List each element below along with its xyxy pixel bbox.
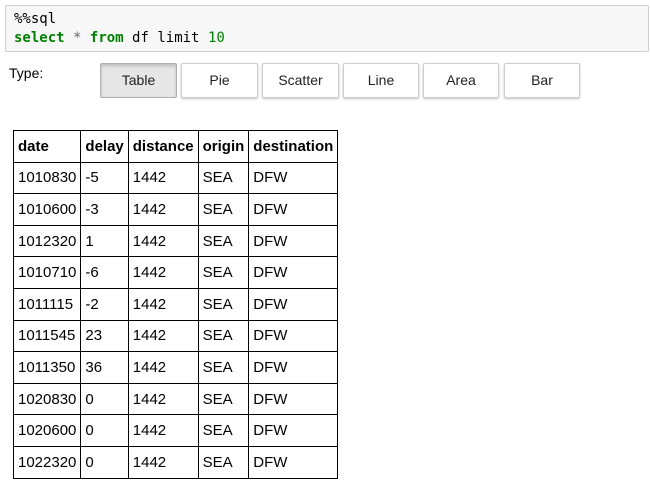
sql-code-cell[interactable]: %%sql select * from df limit 10 xyxy=(5,5,649,52)
cell-date: 1011350 xyxy=(12,351,82,384)
table-row: 1010830 -5 1442 SEA DFW xyxy=(12,161,339,195)
cell-delay: -6 xyxy=(80,256,129,289)
cell-origin: SEA xyxy=(197,224,250,258)
cell-distance: 1442 xyxy=(127,161,199,195)
cell-origin: SEA xyxy=(197,382,250,416)
table-row: 1010600 -3 1442 SEA DFW xyxy=(12,193,339,226)
cell-delay: 0 xyxy=(80,445,129,479)
column-header-date: date xyxy=(12,130,82,163)
cell-date: 1011545 xyxy=(12,319,82,353)
cell-distance: 1442 xyxy=(127,319,199,353)
cell-destination: DFW xyxy=(248,445,339,479)
keyword-select: select xyxy=(14,30,65,46)
cell-date: 1022320 xyxy=(12,445,82,479)
area-button[interactable]: Area xyxy=(423,63,499,98)
cell-destination: DFW xyxy=(248,287,339,321)
cell-distance: 1442 xyxy=(127,287,199,321)
bar-button[interactable]: Bar xyxy=(504,63,580,98)
cell-distance: 1442 xyxy=(127,445,199,479)
table-row: 1020830 0 1442 SEA DFW xyxy=(12,382,339,416)
cell-distance: 1442 xyxy=(127,224,199,258)
cell-date: 1020830 xyxy=(12,382,82,416)
table-row: 1020600 0 1442 SEA DFW xyxy=(12,414,339,447)
table-button[interactable]: Table xyxy=(100,63,177,98)
cell-destination: DFW xyxy=(248,256,339,289)
cell-destination: DFW xyxy=(248,193,339,226)
cell-destination: DFW xyxy=(248,319,339,353)
cell-destination: DFW xyxy=(248,382,339,416)
type-label: Type: xyxy=(9,65,44,81)
keyword-from: from xyxy=(89,30,124,46)
column-header-distance: distance xyxy=(127,130,199,163)
cell-distance: 1442 xyxy=(127,256,199,289)
cell-delay: 1 xyxy=(80,224,129,258)
column-header-delay: delay xyxy=(80,130,129,163)
table-header-row: date delay distance origin destination xyxy=(12,130,339,163)
table-row: 1012320 1 1442 SEA DFW xyxy=(12,224,339,258)
cell-date: 1012320 xyxy=(12,224,82,258)
result-table: date delay distance origin destination 1… xyxy=(12,130,339,479)
table-row: 1011350 36 1442 SEA DFW xyxy=(12,351,339,384)
cell-origin: SEA xyxy=(197,351,250,384)
cell-delay: 0 xyxy=(80,382,129,416)
column-header-destination: destination xyxy=(248,130,339,163)
cell-delay: -5 xyxy=(80,161,129,195)
cell-date: 1010830 xyxy=(12,161,82,195)
cell-distance: 1442 xyxy=(127,382,199,416)
limit-value: 10 xyxy=(207,30,225,46)
cell-date: 1010710 xyxy=(12,256,82,289)
cell-destination: DFW xyxy=(248,224,339,258)
cell-delay: -3 xyxy=(80,193,129,226)
cell-destination: DFW xyxy=(248,351,339,384)
scatter-button[interactable]: Scatter xyxy=(262,63,339,98)
table-row: 1010710 -6 1442 SEA DFW xyxy=(12,256,339,289)
table-name: df xyxy=(132,30,149,46)
cell-delay: 0 xyxy=(80,414,129,447)
keyword-limit: limit xyxy=(157,30,200,46)
cell-origin: SEA xyxy=(197,256,250,289)
cell-origin: SEA xyxy=(197,445,250,479)
cell-distance: 1442 xyxy=(127,193,199,226)
cell-origin: SEA xyxy=(197,193,250,226)
cell-origin: SEA xyxy=(197,287,250,321)
table-row: 1022320 0 1442 SEA DFW xyxy=(12,445,339,479)
pie-button[interactable]: Pie xyxy=(181,63,258,98)
cell-delay: -2 xyxy=(80,287,129,321)
column-header-origin: origin xyxy=(197,130,250,163)
cell-date: 1010600 xyxy=(12,193,82,226)
cell-origin: SEA xyxy=(197,414,250,447)
cell-date: 1020600 xyxy=(12,414,82,447)
cell-delay: 23 xyxy=(80,319,129,353)
table-row: 1011115 -2 1442 SEA DFW xyxy=(12,287,339,321)
select-star: * xyxy=(73,30,82,46)
magic-command: %%sql xyxy=(14,11,57,27)
cell-delay: 36 xyxy=(80,351,129,384)
cell-origin: SEA xyxy=(197,319,250,353)
table-row: 1011545 23 1442 SEA DFW xyxy=(12,319,339,353)
line-button[interactable]: Line xyxy=(343,63,419,98)
cell-destination: DFW xyxy=(248,414,339,447)
code-line-magic: %%sql xyxy=(14,10,640,29)
cell-destination: DFW xyxy=(248,161,339,195)
cell-distance: 1442 xyxy=(127,351,199,384)
cell-date: 1011115 xyxy=(12,287,82,321)
cell-origin: SEA xyxy=(197,161,250,195)
cell-distance: 1442 xyxy=(127,414,199,447)
code-line-query: select * from df limit 10 xyxy=(14,29,640,48)
